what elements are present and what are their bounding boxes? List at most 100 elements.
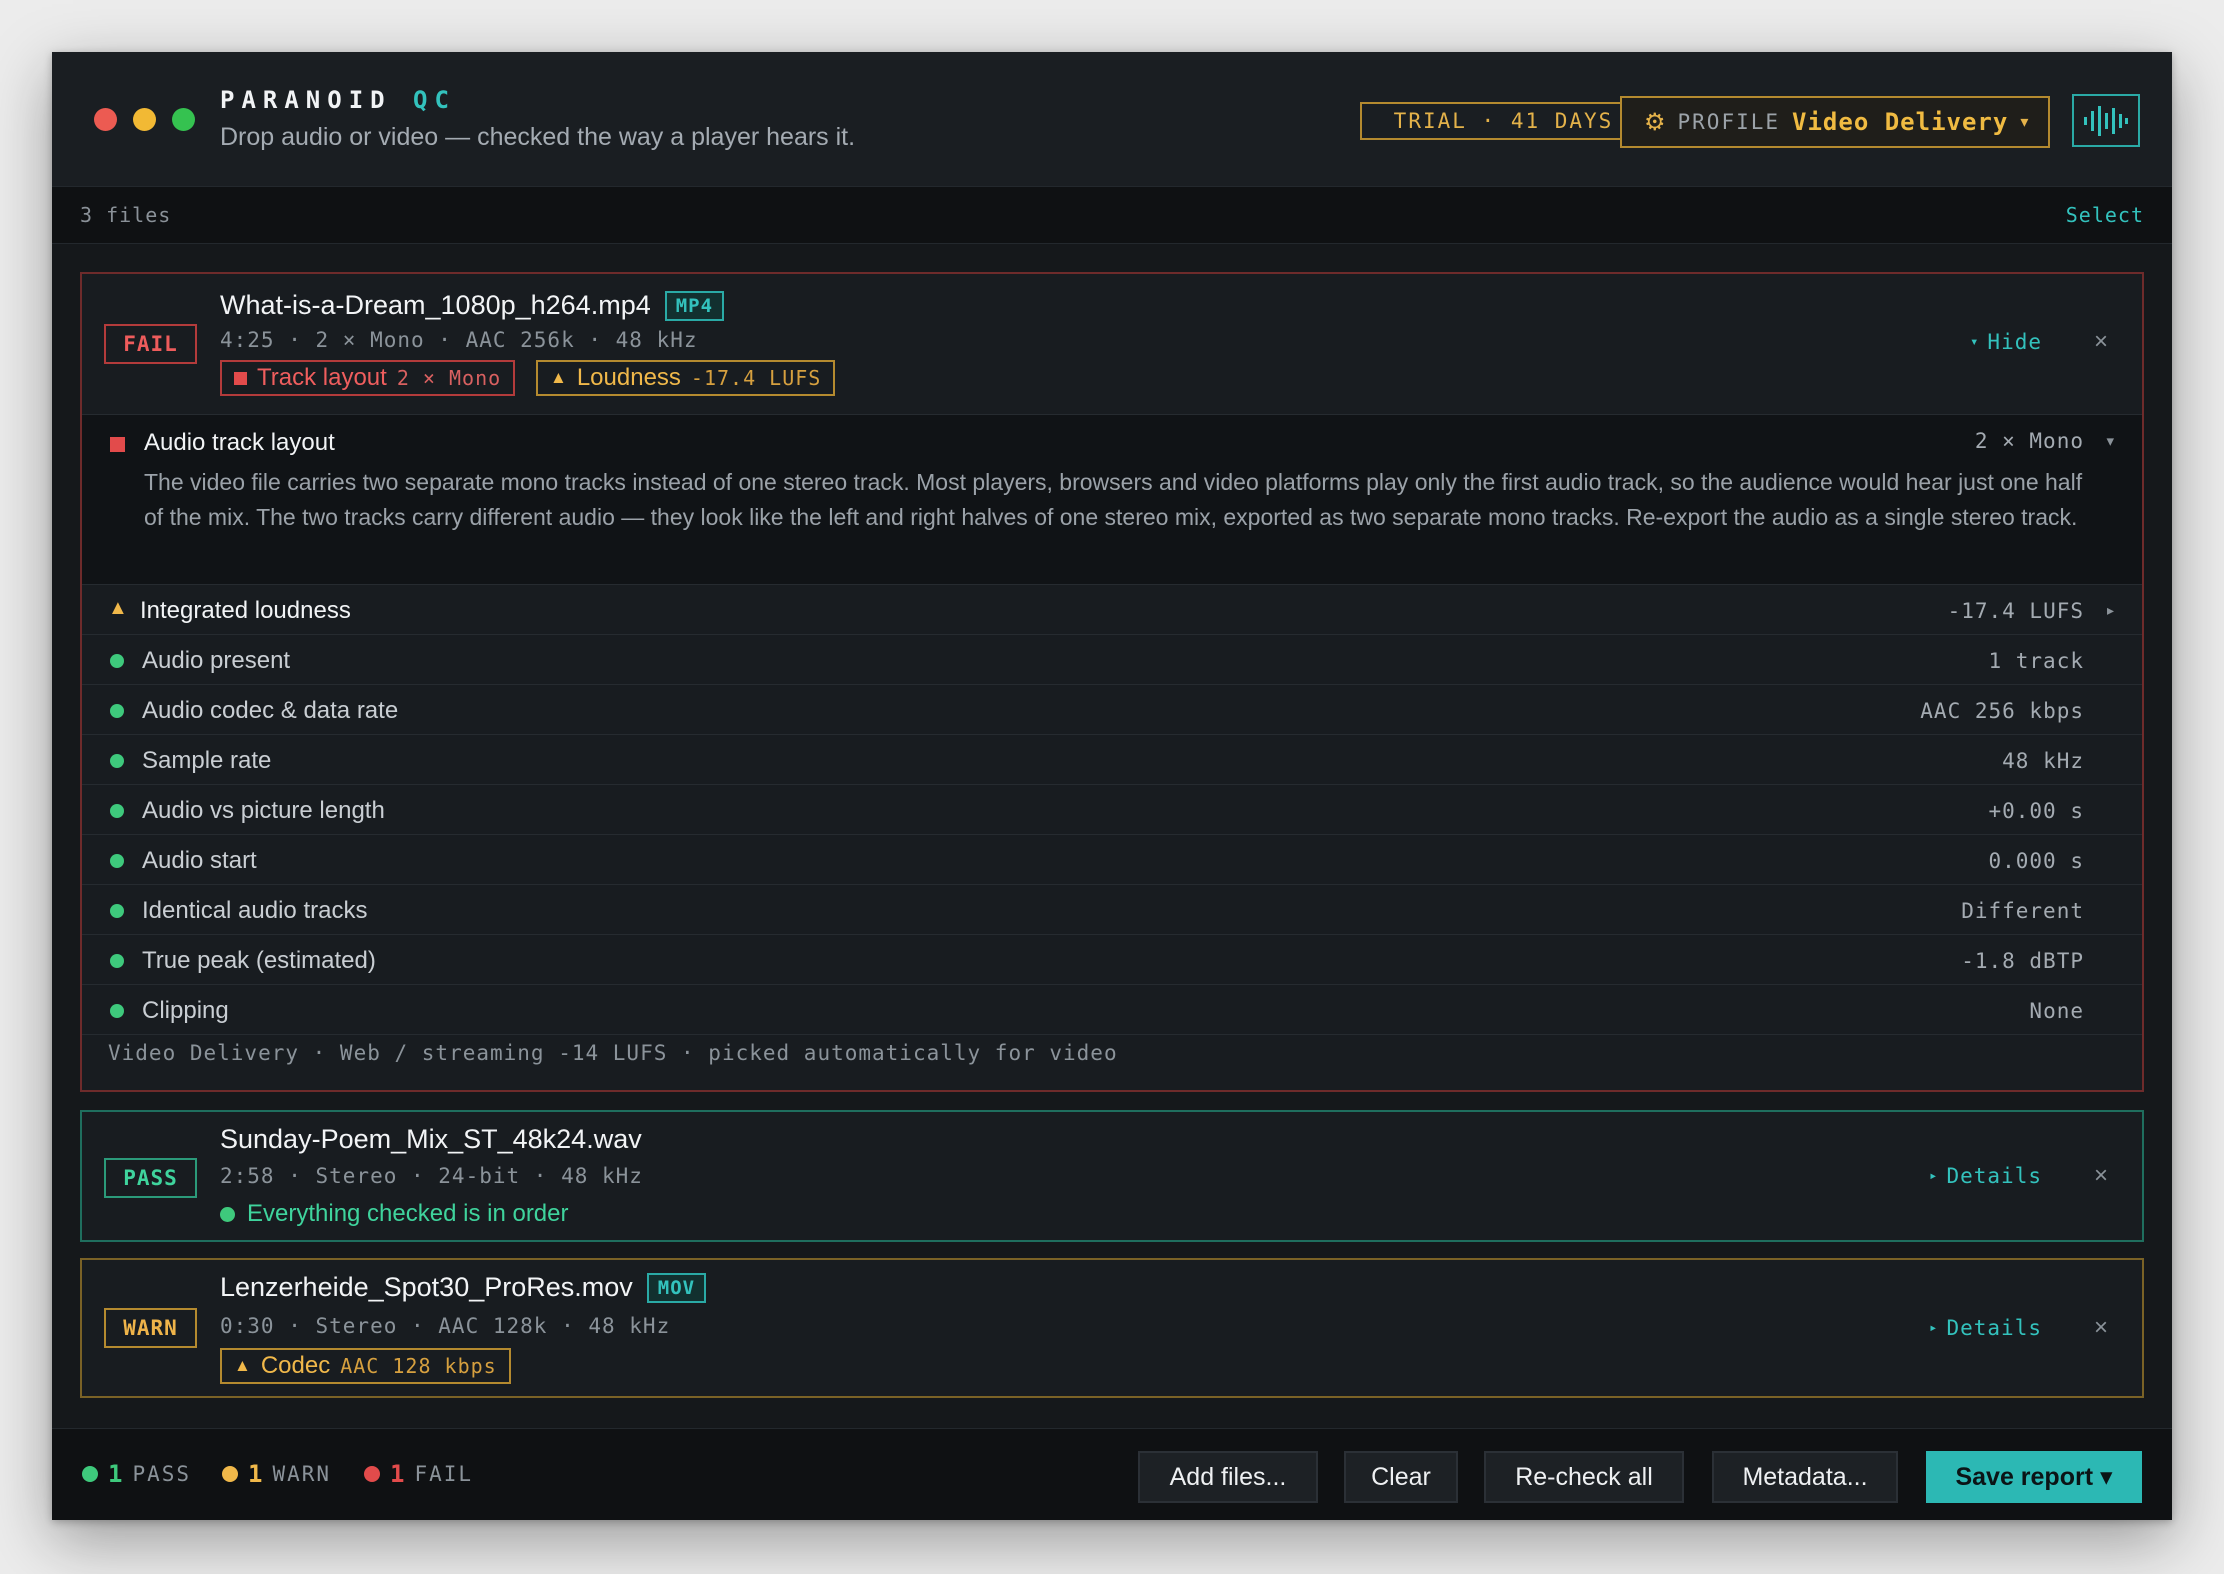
profile-dropdown[interactable]: ⚙ PROFILE Video Delivery ▾ [1620, 96, 2050, 148]
fail-count: 1 FAIL [364, 1460, 473, 1488]
check-row: Audio start 0.000 s [82, 835, 2142, 885]
detail-description: The video file carries two separate mono… [144, 469, 2083, 530]
hide-label: Hide [1987, 330, 2042, 354]
trial-badge[interactable]: TRIAL · 41 DAYS [1360, 102, 1647, 140]
warn-dot-icon [222, 1466, 238, 1482]
save-report-button[interactable]: Save report ▾ [1926, 1451, 2142, 1503]
select-button[interactable]: Select [2066, 203, 2144, 227]
check-value: Different [1961, 899, 2084, 923]
file-card-fail[interactable]: FAIL What-is-a-Dream_1080p_h264.mp4 MP4 … [80, 272, 2144, 1092]
status-badge: WARN [104, 1308, 197, 1348]
file-type-badge: MP4 [664, 290, 725, 321]
file-name: Sunday-Poem_Mix_ST_48k24.wav [220, 1124, 642, 1155]
file-toolbar: 3 files Select [52, 187, 2172, 244]
hide-details-button[interactable]: ▾ Hide [1970, 330, 2042, 354]
check-value: -17.4 LUFS [1947, 599, 2084, 623]
check-title: Sample rate [142, 747, 272, 774]
check-dot-icon [110, 704, 124, 718]
error-square-icon [234, 371, 247, 385]
clear-button[interactable]: Clear [1344, 1451, 1458, 1503]
issue-chip-loudness[interactable]: ▲ Loudness -17.4 LUFS [536, 360, 836, 396]
brand-suffix: QC [413, 86, 456, 114]
pass-count: 1 PASS [82, 1460, 191, 1488]
detail-title: Audio track layout [144, 429, 335, 456]
chip-label: Loudness [576, 364, 681, 391]
check-title: Audio start [142, 847, 257, 874]
issue-chip-codec[interactable]: ▲ Codec AAC 128 kbps [220, 1348, 511, 1384]
check-dot-icon [110, 804, 124, 818]
warning-triangle-icon: ▲ [234, 1356, 251, 1375]
warn-count-number: 1 [248, 1460, 263, 1488]
brand-name: PARANOID [220, 86, 392, 114]
file-type-badge: MOV [646, 1272, 707, 1303]
pass-dot-icon [82, 1466, 98, 1482]
waveform-button[interactable] [2072, 94, 2140, 147]
check-value: +0.00 s [1988, 799, 2084, 823]
check-dot-icon [110, 654, 124, 668]
check-row: Clipping None [82, 985, 2142, 1035]
app-window: PARANOID QC Drop audio or video — checke… [52, 52, 2172, 1520]
remove-file-button[interactable]: × [2094, 328, 2108, 356]
chip-label: Track layout [257, 364, 387, 391]
check-row: Audio codec & data rate AAC 256 kbps [82, 685, 2142, 735]
check-title: Identical audio tracks [142, 897, 368, 924]
file-name-text: Lenzerheide_Spot30_ProRes.mov [220, 1272, 633, 1302]
check-row: Sample rate 48 kHz [82, 735, 2142, 785]
check-title: True peak (estimated) [142, 947, 376, 974]
check-title: Audio codec & data rate [142, 697, 399, 724]
metadata-button[interactable]: Metadata... [1712, 1451, 1898, 1503]
file-name-text: What-is-a-Dream_1080p_h264.mp4 [220, 290, 651, 320]
check-dot-icon [110, 954, 124, 968]
file-name-text: Sunday-Poem_Mix_ST_48k24.wav [220, 1124, 642, 1154]
status-footer: 1 PASS 1 WARN 1 FAIL Add files... Clear … [52, 1428, 2172, 1520]
detail-value: 2 × Mono [1974, 429, 2084, 453]
details-button[interactable]: ▸ Details [1929, 1316, 2042, 1340]
check-dot-icon [110, 754, 124, 768]
check-dot-icon [110, 1004, 124, 1018]
check-title: Integrated loudness [140, 597, 351, 624]
check-row: Audio present 1 track [82, 635, 2142, 685]
chevron-down-icon: ▾ [1969, 334, 1980, 350]
error-square-icon [110, 437, 125, 452]
file-meta: 0:30 · Stereo · AAC 128k · 48 kHz [220, 1314, 671, 1338]
minimize-window-button[interactable] [133, 108, 156, 131]
warning-triangle-icon: ▲ [550, 368, 567, 387]
gear-icon: ⚙ [1644, 108, 1666, 136]
status-badge: FAIL [104, 324, 197, 364]
file-card-pass[interactable]: PASS Sunday-Poem_Mix_ST_48k24.wav 2:58 ·… [80, 1110, 2144, 1242]
profile-label: PROFILE [1677, 110, 1781, 134]
expand-arrow-icon[interactable]: ▸ [2107, 602, 2114, 619]
check-row: Audio vs picture length +0.00 s [82, 785, 2142, 835]
pass-count-number: 1 [108, 1460, 123, 1488]
remove-file-button[interactable]: × [2094, 1314, 2108, 1342]
pass-message-text: Everything checked is in order [247, 1200, 569, 1227]
remove-file-button[interactable]: × [2094, 1162, 2108, 1190]
fail-count-label: FAIL [414, 1462, 474, 1486]
fail-dot-icon [364, 1466, 380, 1482]
check-row-loudness[interactable]: ▲ Integrated loudness -17.4 LUFS ▸ [82, 585, 2142, 635]
pass-message: Everything checked is in order [220, 1200, 569, 1228]
chip-value: 2 × Mono [396, 366, 502, 390]
add-files-button[interactable]: Add files... [1138, 1451, 1318, 1503]
check-value: 0.000 s [1988, 849, 2084, 873]
maximize-window-button[interactable] [172, 108, 195, 131]
check-value: 48 kHz [2002, 749, 2084, 773]
check-title: Clipping [142, 997, 229, 1024]
check-title: Audio vs picture length [142, 797, 385, 824]
profile-value: Video Delivery [1792, 108, 2009, 136]
recheck-all-button[interactable]: Re-check all [1484, 1451, 1684, 1503]
close-window-button[interactable] [94, 108, 117, 131]
details-button[interactable]: ▸ Details [1929, 1164, 2042, 1188]
chevron-right-icon: ▸ [1929, 1168, 1939, 1184]
check-value: -1.8 dBTP [1961, 949, 2084, 973]
warning-triangle-icon: ▲ [108, 597, 128, 619]
file-meta: 2:58 · Stereo · 24-bit · 48 kHz [220, 1164, 643, 1188]
file-meta: 4:25 · 2 × Mono · AAC 256k · 48 kHz [220, 328, 698, 352]
fail-count-number: 1 [390, 1460, 405, 1488]
issue-chip-track-layout[interactable]: Track layout 2 × Mono [220, 360, 516, 396]
collapse-detail-button[interactable]: ▾ [2106, 432, 2114, 450]
file-card-warn[interactable]: WARN Lenzerheide_Spot30_ProRes.mov MOV 0… [80, 1258, 2144, 1398]
status-badge: PASS [104, 1158, 197, 1198]
details-label: Details [1946, 1164, 2042, 1188]
warn-count-label: WARN [272, 1462, 332, 1486]
